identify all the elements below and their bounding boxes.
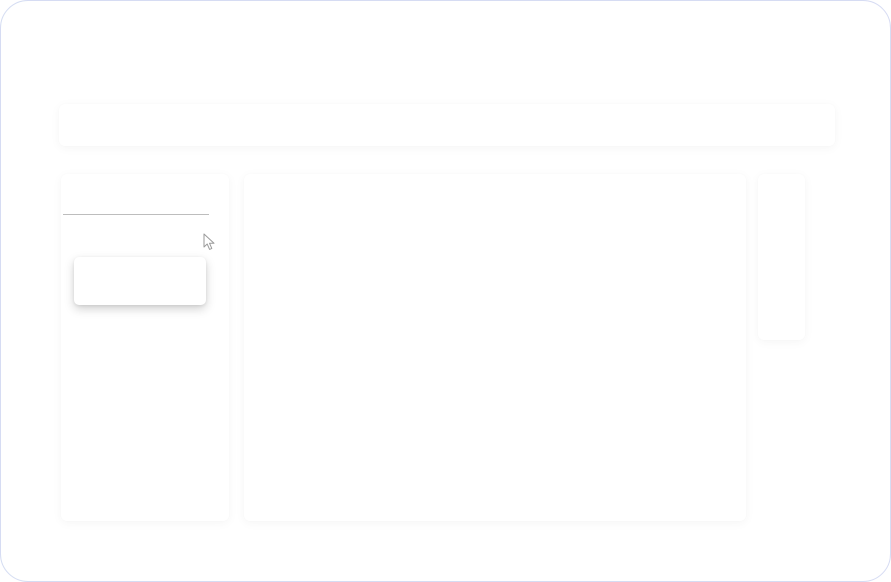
app-window — [0, 0, 891, 582]
right-side-panel — [758, 174, 805, 340]
main-content-panel — [244, 174, 746, 521]
sidebar-search-input[interactable] — [63, 188, 209, 215]
dropdown-menu[interactable] — [74, 257, 206, 305]
mouse-pointer-icon — [203, 233, 215, 250]
sidebar-panel — [61, 174, 229, 521]
top-bar — [59, 104, 835, 146]
